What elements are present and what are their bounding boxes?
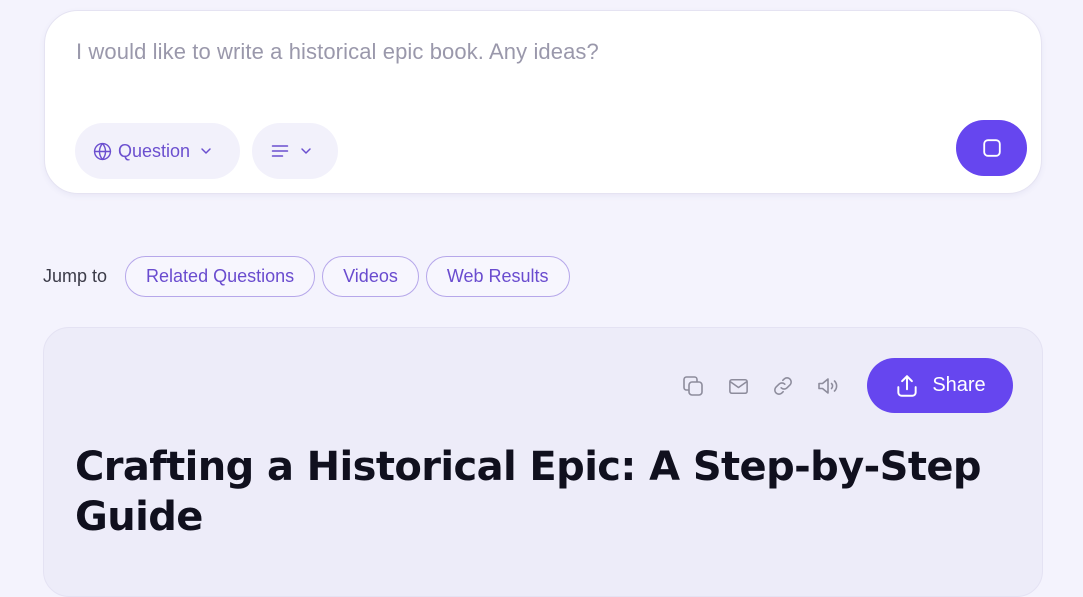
upload-share-icon (894, 373, 920, 399)
query-input[interactable]: I would like to write a historical epic … (76, 39, 599, 65)
link-icon[interactable] (770, 373, 796, 399)
speaker-icon[interactable] (815, 373, 841, 399)
globe-icon (93, 142, 112, 161)
jump-to-nav: Jump to Related Questions Videos Web Res… (43, 255, 577, 298)
copy-icon[interactable] (680, 373, 706, 399)
share-label: Share (932, 374, 986, 396)
text-lines-icon (270, 141, 290, 161)
share-button[interactable]: Share (867, 358, 1013, 413)
chevron-down-icon (298, 143, 314, 159)
query-card: I would like to write a historical epic … (44, 10, 1042, 194)
jump-to-label: Jump to (43, 266, 108, 286)
chevron-down-icon (198, 143, 214, 159)
jump-link-videos[interactable]: Videos (322, 256, 419, 297)
jump-link-related-questions[interactable]: Related Questions (125, 256, 316, 297)
mode-dropdown-button[interactable]: Question (75, 123, 240, 179)
mode-label: Question (118, 140, 191, 161)
answer-title: Crafting a Historical Epic: A Step-by-St… (75, 444, 982, 540)
stop-generation-button[interactable] (956, 120, 1027, 176)
answer-card: Share Crafting a Historical Epic: A Step… (43, 327, 1043, 597)
mail-icon[interactable] (725, 373, 751, 399)
jump-link-web-results[interactable]: Web Results (425, 256, 570, 297)
format-dropdown-button[interactable] (252, 123, 338, 179)
stop-square-icon (981, 137, 1003, 159)
